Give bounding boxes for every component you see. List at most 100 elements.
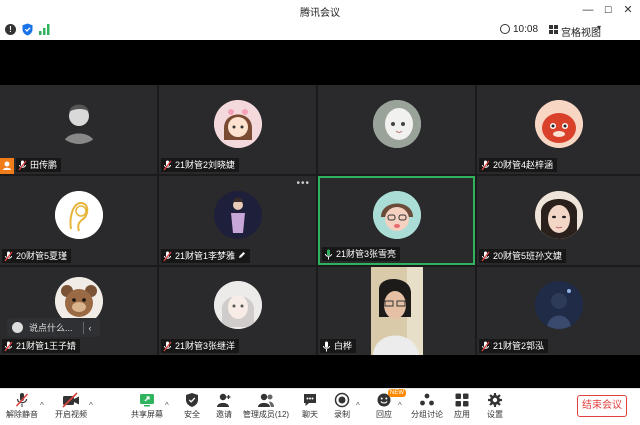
participant-avatar [213,190,262,239]
shield-icon [186,393,198,407]
record-button[interactable]: 录制 [330,392,354,424]
chat-icon [304,394,316,406]
participant-nameplate: 20财管5夏瑾 [2,249,72,263]
chat-button[interactable]: 聊天 [298,392,322,424]
maximize-button[interactable]: ☐ [600,2,616,18]
mic-muted-icon [18,160,27,171]
unmute-label: 解除静音 [6,410,38,419]
settings-label: 设置 [487,410,503,419]
participant-name: 21财管1李梦雅 [175,251,236,261]
participant-tile[interactable]: 20财管5夏瑾 [0,176,157,265]
participant-tile[interactable]: 21财管1王子婧 [0,267,157,355]
apps-button[interactable]: 应用 [450,392,474,424]
participant-name: 20财管5夏瑾 [16,251,68,261]
mic-muted-icon [15,393,29,407]
mic-muted-icon [4,341,13,352]
collapse-chevron-icon[interactable]: ‹ [89,323,92,333]
security-button[interactable]: 安全 [180,392,204,424]
invite-button[interactable]: 邀请 [212,392,236,424]
participant-avatar [213,99,262,148]
mic-muted-icon [163,341,172,352]
title-bar: 腾讯会议 — ☐ ✕ [0,0,640,20]
breakout-rooms-button[interactable]: 分组讨论 [410,392,444,424]
info-icon[interactable]: ! [5,24,16,35]
participant-tile-video[interactable]: 白桦 [318,267,475,355]
participant-tile[interactable]: 20财管4赵梓涵 [477,85,640,174]
members-icon [258,393,274,407]
share-screen-button[interactable]: 共享屏幕 [131,392,163,424]
close-button[interactable]: ✕ [620,2,636,18]
participant-name: 21财管2郭泓 [493,341,545,351]
mic-icon [322,341,331,352]
participant-name: 21财管3张雪亮 [336,249,397,259]
mic-muted-icon [481,251,490,262]
top-letterbox [0,40,640,85]
record-options-chevron[interactable]: ^ [356,401,360,410]
participant-tile[interactable]: 田传鹏 [0,85,157,174]
apps-label: 应用 [454,410,470,419]
manage-members-button[interactable]: 管理成员(12) [242,392,290,424]
edit-pencil-icon[interactable] [238,249,246,263]
participant-tile[interactable]: 20财管5班孙文婕 [477,176,640,265]
participant-tile[interactable] [318,85,475,174]
participant-name: 田传鹏 [30,160,58,170]
participant-nameplate: 21财管1王子婧 [2,339,81,353]
unmute-button[interactable]: 解除静音 [6,392,38,424]
participant-avatar [54,95,103,144]
breakout-icon [420,393,434,406]
participant-nameplate: 21财管3张雪亮 [322,247,401,261]
new-badge: NEW [388,389,406,397]
participant-nameplate: 白桦 [320,339,357,353]
participant-name: 20财管4赵梓涵 [493,160,554,170]
divider [82,321,84,334]
manage-members-label: 管理成员(12) [242,410,290,419]
record-icon [334,392,350,408]
shield-icon[interactable] [22,23,33,36]
participant-tile[interactable]: 21财管2郭泓 [477,267,640,355]
mic-active-icon [324,249,333,260]
participant-avatar [213,281,262,329]
participant-tile[interactable]: 21财管2刘晓婕 [159,85,316,174]
quick-chat-input[interactable]: 说点什么... ‹ [7,318,100,337]
signal-icon[interactable] [39,24,50,35]
mic-muted-icon [481,160,490,171]
minimize-button[interactable]: — [580,2,596,18]
settings-icon [488,393,502,407]
bottom-letterbox [0,355,640,388]
participant-avatar [372,99,421,148]
participant-nameplate: 20财管4赵梓涵 [479,158,558,172]
emoji-icon[interactable] [12,322,23,333]
participant-tile[interactable]: 21财管3张继洋 [159,267,316,355]
settings-button[interactable]: 设置 [483,392,507,424]
participant-nameplate: 21财管3张继洋 [161,339,240,353]
share-options-chevron[interactable]: ^ [165,401,169,410]
participant-name: 21财管3张继洋 [175,341,236,351]
breakout-rooms-label: 分组讨论 [411,410,443,419]
view-mode-label[interactable]: 宫格视图 [561,24,601,39]
start-video-label: 开启视频 [55,410,87,419]
participant-name: 20财管5班孙文婕 [493,251,563,261]
participant-avatar [372,190,421,239]
participant-avatar [534,190,583,239]
chevron-down-icon[interactable]: ▾ [597,23,601,32]
participant-nameplate: 田传鹏 [16,158,62,172]
end-meeting-button[interactable]: 结束会议 [577,395,627,417]
grid-view-icon[interactable] [549,25,558,34]
camera-off-icon [62,392,79,408]
audio-options-chevron[interactable]: ^ [40,401,44,410]
meeting-time: 10:08 [513,24,539,35]
security-label: 安全 [184,410,200,419]
mic-muted-icon [163,251,172,262]
participant-avatar [534,281,583,329]
video-options-chevron[interactable]: ^ [89,401,93,410]
invite-icon [217,393,231,407]
reaction-options-chevron[interactable]: ^ [398,401,402,410]
invite-label: 邀请 [216,410,232,419]
participant-tile-active-speaker[interactable]: 21财管3张雪亮 [318,176,475,265]
clock-icon [500,24,510,34]
more-options-icon[interactable]: ••• [296,178,310,189]
host-icon [0,158,14,174]
participant-tile[interactable]: ••• 21财管1李梦雅 [159,176,316,265]
start-video-button[interactable]: 开启视频 [55,392,87,424]
quick-chat-placeholder[interactable]: 说点什么... [29,321,73,334]
